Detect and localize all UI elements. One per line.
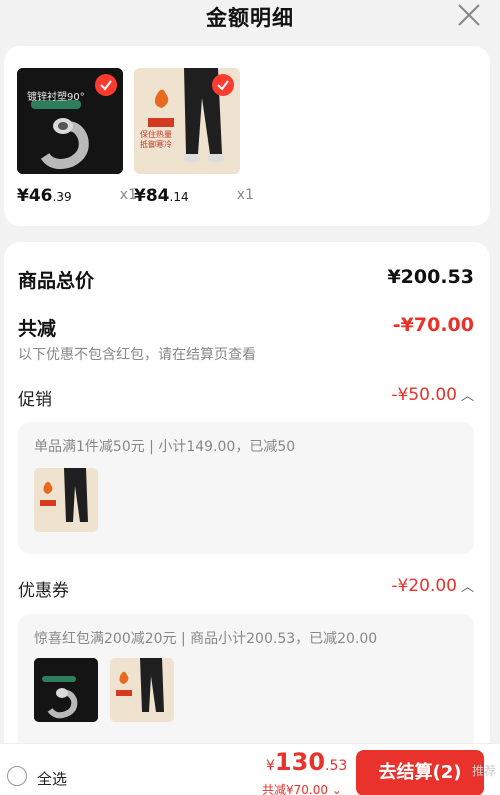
coupon-desc: 惊喜红包满200减20元 | 商品小计200.53，已减20.00 xyxy=(34,631,378,647)
chevron-up-icon[interactable]: ︿ xyxy=(461,389,474,404)
goods-total-value: ¥200.53 xyxy=(387,266,474,288)
product-thumbnail[interactable]: 保住热量 抵御寒冷 xyxy=(134,68,240,174)
price-decimal: .39 xyxy=(52,190,72,204)
promotion-row[interactable]: 促销 -¥50.00 ︿ xyxy=(18,385,474,410)
bottom-checkout-bar: 全选 ¥130.53 共减¥70.00 ⌄ 去结算(2) 推荐 xyxy=(0,743,500,795)
price-row: ¥46.39 x1 xyxy=(17,186,137,208)
pipe-fitting-image xyxy=(34,658,98,722)
discount-row: 共减 -¥70.00 xyxy=(18,314,474,340)
thumb-text: 保住热量 抵御寒冷 xyxy=(140,130,172,149)
check-icon xyxy=(217,80,229,91)
promotion-desc: 单品满1件减50元 | 小计149.00，已减50 xyxy=(34,439,296,455)
coupon-product-thumbnail xyxy=(34,658,98,722)
coupon-label: 优惠券 xyxy=(18,581,69,601)
coupon-product-thumbnail xyxy=(110,658,174,722)
header: 金额明细 xyxy=(0,0,500,34)
thumb-text: 镀锌衬塑90° xyxy=(27,92,85,103)
product-item[interactable]: 镀锌衬塑90° ¥46.39 x1 xyxy=(17,68,137,206)
select-all-radio[interactable] xyxy=(7,766,27,786)
chevron-up-icon[interactable]: ︿ xyxy=(461,580,474,595)
checkout-button[interactable]: 去结算(2) xyxy=(356,750,484,795)
promotion-value: -¥50.00 xyxy=(391,385,457,405)
goods-total-row: 商品总价 ¥200.53 xyxy=(18,266,474,292)
trousers-image xyxy=(34,468,98,532)
price-integer: ¥46 xyxy=(17,186,53,206)
currency-symbol: ¥ xyxy=(266,758,275,774)
discount-label: 共减 xyxy=(18,318,57,340)
promotion-value-wrap: -¥50.00 ︿ xyxy=(391,385,474,405)
selected-badge[interactable] xyxy=(212,74,234,96)
price-decimal: .14 xyxy=(169,190,189,204)
coupon-row[interactable]: 优惠券 -¥20.00 ︿ xyxy=(18,576,474,601)
check-icon xyxy=(100,80,112,91)
trousers-image xyxy=(110,658,174,722)
price-row: ¥84.14 x1 xyxy=(134,186,254,208)
page-title: 金额明细 xyxy=(206,6,294,30)
coupon-detail-box: 惊喜红包满200减20元 | 商品小计200.53，已减20.00 xyxy=(18,614,474,764)
recommend-label: 推荐 xyxy=(471,764,496,778)
products-card: 镀锌衬塑90° ¥46.39 x1 保住热量 抵御寒冷 ¥84.14 x1 xyxy=(4,46,490,226)
discount-value: -¥70.00 xyxy=(392,314,474,336)
total-discount-toggle[interactable]: 共减¥70.00 ⌄ xyxy=(262,781,342,795)
promotion-detail-box: 单品满1件减50元 | 小计149.00，已减50 xyxy=(18,422,474,554)
select-all-label[interactable]: 全选 xyxy=(37,768,67,789)
discount-hint: 以下优惠不包含红包，请在结算页查看 xyxy=(18,347,256,363)
selected-badge[interactable] xyxy=(95,74,117,96)
promotion-product-thumbnail xyxy=(34,468,98,532)
total-integer: 130 xyxy=(274,748,326,776)
price-integer: ¥84 xyxy=(134,186,170,206)
total-amount: ¥130.53 xyxy=(266,748,347,776)
coupon-value-wrap: -¥20.00 ︿ xyxy=(391,576,474,596)
total-decimal: .53 xyxy=(325,758,348,774)
close-icon xyxy=(458,4,480,26)
amount-detail-card: 商品总价 ¥200.53 共减 -¥70.00 以下优惠不包含红包，请在结算页查… xyxy=(4,242,490,764)
product-thumbnail[interactable]: 镀锌衬塑90° xyxy=(17,68,123,174)
quantity: x1 xyxy=(236,187,254,203)
coupon-value: -¥20.00 xyxy=(391,576,457,596)
promotion-label: 促销 xyxy=(18,390,52,410)
goods-total-label: 商品总价 xyxy=(18,270,95,292)
product-item[interactable]: 保住热量 抵御寒冷 ¥84.14 x1 xyxy=(134,68,254,206)
close-button[interactable] xyxy=(456,2,482,28)
